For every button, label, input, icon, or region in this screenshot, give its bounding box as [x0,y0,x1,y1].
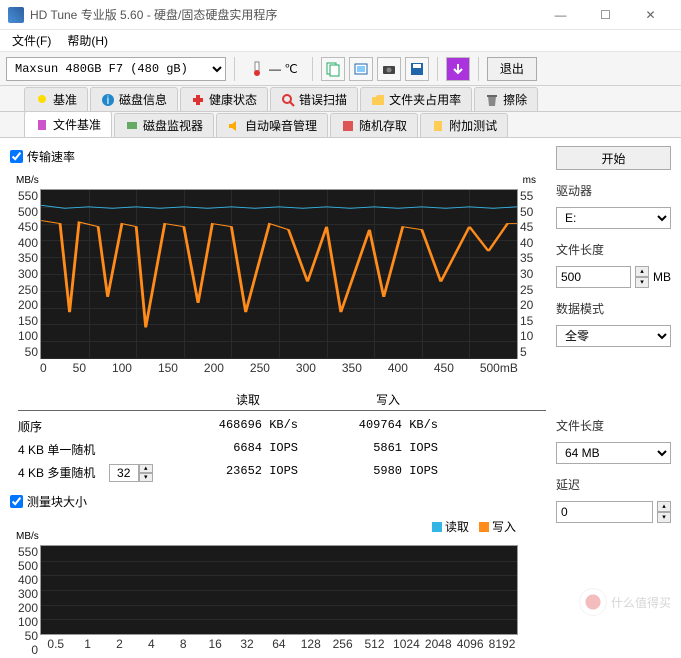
filelen-stepper[interactable]: ▴▾ [635,266,649,288]
temperature-display: — ℃ [243,61,304,77]
tab-extra[interactable]: 附加测试 [420,113,508,137]
tab-aam[interactable]: 自动噪音管理 [216,113,328,137]
x2-axis: 0.512481632641282565121024204840968192 [40,637,518,651]
tab-scan[interactable]: 错误扫描 [270,87,358,111]
row-4k-multi: 4 KB 多重随机 ▴▾ 23652 IOPS 5980 IOPS [18,461,546,485]
thermometer-icon [249,61,265,77]
y-unit-left: MB/s [16,175,39,186]
plus-icon [191,93,205,107]
legend: 读取 写入 [10,518,516,535]
options-icon[interactable] [446,57,470,81]
monitor-icon [125,119,139,133]
tab-file-benchmark[interactable]: 文件基准 [24,111,112,137]
tab-folder[interactable]: 文件夹占用率 [360,87,472,111]
extra-icon [431,119,445,133]
y2-axis: 550500400300200100500 [12,545,38,635]
tab-health[interactable]: 健康状态 [180,87,268,111]
minimize-button[interactable]: — [538,1,583,29]
trash-icon [485,93,499,107]
tab-info[interactable]: i磁盘信息 [90,87,178,111]
close-button[interactable]: ✕ [628,1,673,29]
info-icon: i [101,93,115,107]
x-axis: 050100150200250300350400450500mB [40,361,518,375]
tab-random[interactable]: 随机存取 [330,113,418,137]
queue-depth-stepper[interactable]: ▴▾ [109,464,153,482]
y-axis-right: 555045403530252015105 [520,189,538,359]
menu-file[interactable]: 文件(F) [4,30,59,51]
search-icon [281,93,295,107]
start-button[interactable]: 开始 [556,146,671,170]
main-panel: 传输速率 MB/s ms 550500450400350300250200150… [10,146,546,650]
tab-benchmark[interactable]: 基准 [24,87,88,111]
delay-input[interactable] [556,501,653,523]
speaker-icon [227,119,241,133]
save-icon[interactable] [405,57,429,81]
watermark: 什么值得买 [579,588,671,616]
titlebar: HD Tune 专业版 5.60 - 硬盘/固态硬盘实用程序 — ☐ ✕ [0,0,681,30]
side-panel: 开始 驱动器 E: 文件长度 ▴▾ MB 数据模式 全零 文件长度 64 MB … [556,146,671,650]
menu-help[interactable]: 帮助(H) [59,30,116,51]
mode-select[interactable]: 全零 [556,325,671,347]
tabs-row-2: 文件基准 磁盘监视器 自动噪音管理 随机存取 附加测试 [0,112,681,138]
blocksize-chart [40,545,518,635]
tab-erase[interactable]: 擦除 [474,87,538,111]
svg-text:i: i [107,93,110,107]
blocksize-checkbox[interactable]: 测量块大小 [10,493,546,510]
drive-select[interactable]: Maxsun 480GB F7 (480 gB) [6,57,226,81]
camera-icon[interactable] [377,57,401,81]
copy-screenshot-icon[interactable] [349,57,373,81]
app-icon [8,7,24,23]
hdr-read: 读取 [178,389,318,410]
hdr-write: 写入 [318,389,458,410]
delay-label: 延迟 [556,476,671,493]
row-sequential: 顺序 468696 KB/s 409764 KB/s [18,415,546,438]
file-bench-icon [35,118,49,132]
filelen-unit: MB [653,270,671,284]
bulb-icon [35,93,49,107]
filelen2-label: 文件长度 [556,417,671,434]
maximize-button[interactable]: ☐ [583,1,628,29]
watermark-icon [579,588,607,616]
tab-monitor[interactable]: 磁盘监视器 [114,113,214,137]
y-axis-left: 55050045040035030025020015010050 [12,189,38,359]
transfer-rate-checkbox[interactable]: 传输速率 [10,148,546,165]
filelen2-select[interactable]: 64 MB [556,442,671,464]
drive-letter-select[interactable]: E: [556,207,671,229]
toolbar: Maxsun 480GB F7 (480 gB) — ℃ 退出 [0,52,681,86]
copy-info-icon[interactable] [321,57,345,81]
content-area: 传输速率 MB/s ms 550500450400350300250200150… [0,138,681,658]
delay-stepper[interactable]: ▴▾ [657,501,671,523]
mode-label: 数据模式 [556,300,671,317]
drive-label: 驱动器 [556,182,671,199]
filelen-label: 文件长度 [556,241,671,258]
random-icon [341,119,355,133]
transfer-chart [40,189,518,359]
menubar: 文件(F) 帮助(H) [0,30,681,52]
tabs-row-1: 基准 i磁盘信息 健康状态 错误扫描 文件夹占用率 擦除 [0,86,681,112]
transfer-chart-wrap: MB/s ms 55050045040035030025020015010050… [40,189,518,359]
results-table: 读取 写入 顺序 468696 KB/s 409764 KB/s 4 KB 单一… [18,389,546,485]
filelen-input[interactable] [556,266,631,288]
temperature-value: — ℃ [269,62,298,76]
exit-button[interactable]: 退出 [487,57,537,81]
row-4k-single: 4 KB 单一随机 6684 IOPS 5861 IOPS [18,438,546,461]
y2-unit: MB/s [16,531,39,542]
window-title: HD Tune 专业版 5.60 - 硬盘/固态硬盘实用程序 [30,6,538,23]
folder-icon [371,93,385,107]
blocksize-chart-wrap: MB/s 550500400300200100500 0.51248163264… [40,545,518,635]
y-unit-right: ms [523,175,536,186]
